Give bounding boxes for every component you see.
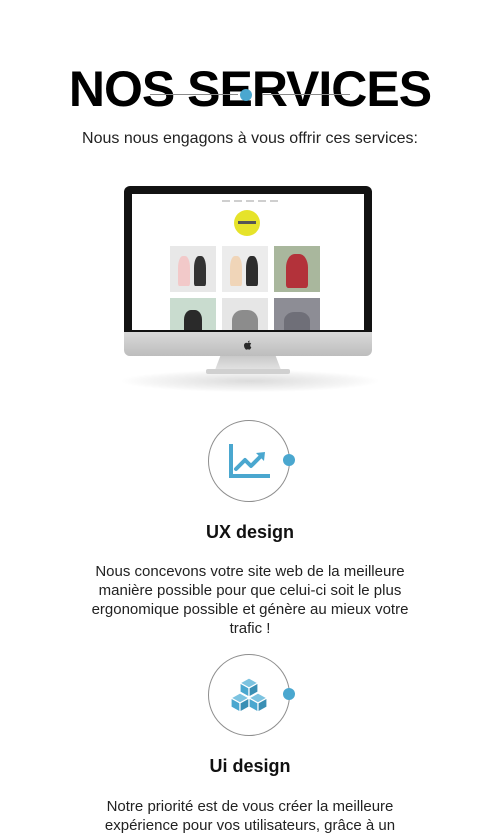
service-description: Notre priorité est de vous créer la meil… (104, 798, 396, 834)
service-description: Nous concevons votre site web de la meil… (91, 563, 409, 637)
screen-logo (234, 210, 260, 236)
screen-nav (222, 200, 278, 202)
screen-photo (222, 246, 268, 292)
imac-screen (132, 194, 364, 330)
screen-photo (170, 298, 216, 330)
service-title: UX design (205, 522, 294, 542)
title-divider (150, 87, 350, 103)
screen-photo (274, 246, 320, 292)
screen-photo (274, 298, 320, 330)
service-accent-dot (283, 454, 295, 466)
divider-line-left (150, 94, 238, 95)
divider-dot (240, 89, 252, 101)
intro-text: Nous nous engagons à vous offrir ces ser… (82, 130, 418, 147)
imac-stand-neck (215, 356, 281, 370)
imac-mockup-image (118, 184, 382, 396)
cubes-icon (230, 677, 268, 713)
screen-photo (222, 298, 268, 330)
chart-growth-icon (229, 444, 270, 478)
service-title: Ui design (209, 756, 291, 776)
imac-stand-base (206, 369, 290, 374)
screen-photo (170, 246, 216, 292)
divider-line-right (262, 94, 350, 95)
service-icon-ui (208, 654, 295, 738)
service-accent-dot (283, 688, 295, 700)
service-icon-ux (208, 420, 295, 504)
apple-logo-icon (244, 340, 252, 350)
